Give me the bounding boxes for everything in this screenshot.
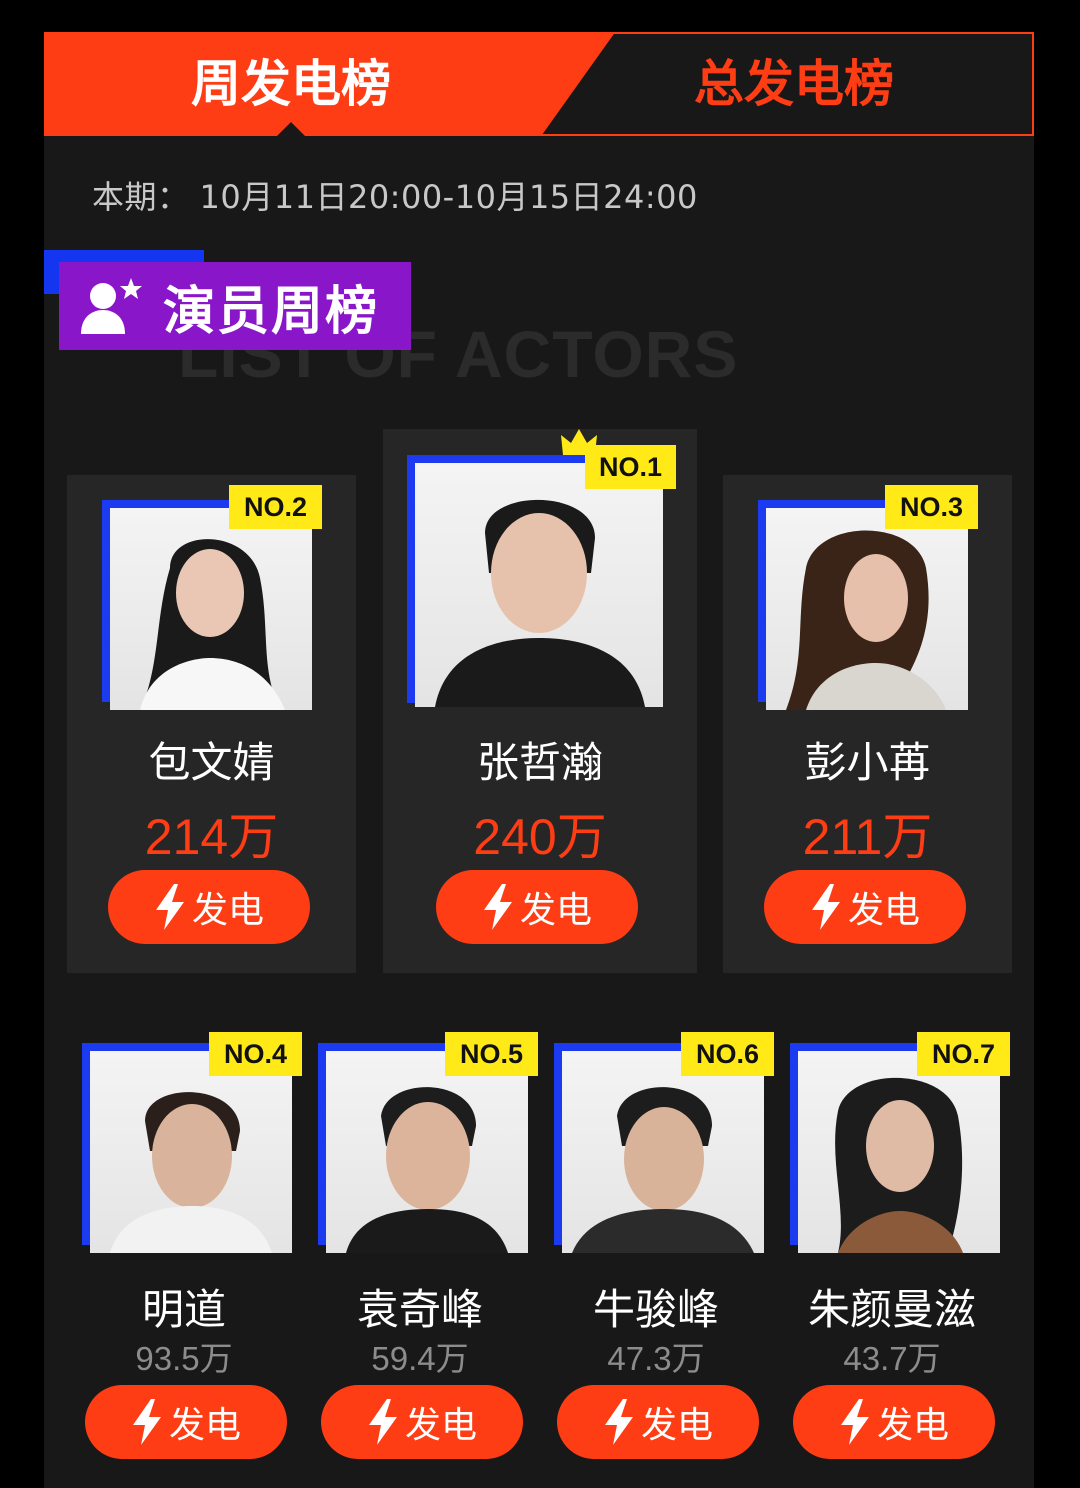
charge-button-label[interactable]: 发电 [169, 1396, 241, 1448]
lightning-icon [604, 1399, 633, 1445]
charge-button[interactable]: 发电 [793, 1385, 995, 1459]
actor-name: 彭小苒 [804, 738, 931, 787]
tab-weekly-label[interactable]: 周发电榜 [44, 32, 538, 136]
vote-count: 214万 [144, 809, 279, 865]
actor-card-rank-2: NO.2 包文婧 214万 发电 [67, 475, 356, 973]
portrait-placeholder-icon [346, 1087, 508, 1253]
vote-count: 240万 [473, 809, 607, 865]
actor-name: 包文婧 [148, 738, 275, 787]
tab-total[interactable]: 总发电榜 [574, 32, 1014, 136]
rank-badge: NO.5 [445, 1032, 538, 1076]
charge-button-label[interactable]: 发电 [641, 1396, 713, 1448]
lightning-icon [132, 1399, 161, 1445]
lightning-icon [811, 884, 840, 930]
section-title-text: 演员周榜 [163, 281, 380, 342]
charge-button-label[interactable]: 发电 [877, 1396, 949, 1448]
actor-photo[interactable] [110, 508, 312, 710]
charge-button[interactable]: 发电 [436, 870, 638, 944]
lightning-icon [368, 1399, 397, 1445]
section-title: 演员周榜 [59, 262, 411, 350]
rank-badge: NO.4 [209, 1032, 302, 1076]
rank-badge: NO.2 [229, 485, 322, 529]
period-label: 本期： [92, 178, 190, 216]
actor-photo[interactable] [90, 1051, 292, 1253]
vote-count: 43.7万 [843, 1340, 941, 1377]
charge-button-label[interactable]: 发电 [192, 881, 264, 933]
vote-count: 59.4万 [371, 1340, 469, 1377]
actor-photo[interactable] [415, 463, 663, 707]
charge-button[interactable]: 发电 [557, 1385, 759, 1459]
actor-photo[interactable] [326, 1051, 528, 1253]
portrait-placeholder-icon [110, 1092, 272, 1253]
lightning-icon [483, 884, 512, 930]
actor-name: 朱颜曼滋 [807, 1285, 976, 1334]
lightning-icon [840, 1399, 869, 1445]
actor-photo[interactable] [562, 1051, 764, 1253]
actor-card-rank-3: NO.3 彭小苒 211万 发电 [723, 475, 1012, 973]
portrait-placeholder-icon [140, 539, 285, 710]
period-range: 10月11日20:00-10月15日24:00 [199, 178, 698, 216]
charge-button[interactable]: 发电 [764, 870, 966, 944]
period-info: 本期： 10月11日20:00-10月15日24:00 [92, 172, 698, 218]
actor-name: 袁奇峰 [356, 1285, 483, 1334]
actor-photo[interactable] [766, 508, 968, 710]
actor-card-rank-1: NO.1 张哲瀚 240万 发电 [383, 429, 697, 973]
actor-star-icon [81, 278, 142, 334]
rank-badge: NO.7 [917, 1032, 1010, 1076]
vote-count: 211万 [802, 809, 933, 865]
rank-badge: NO.1 [585, 445, 676, 489]
charge-button[interactable]: 发电 [85, 1385, 287, 1459]
charge-button[interactable]: 发电 [321, 1385, 523, 1459]
rank-badge: NO.6 [681, 1032, 774, 1076]
actor-name: 张哲瀚 [476, 738, 603, 787]
actor-photo[interactable] [798, 1051, 1000, 1253]
vote-count: 93.5万 [135, 1340, 233, 1377]
portrait-placeholder-icon [435, 499, 645, 707]
charge-button-label[interactable]: 发电 [405, 1396, 477, 1448]
actor-name: 牛骏峰 [592, 1285, 719, 1334]
tab-bar: 周发电榜 总发电榜 [44, 32, 1034, 136]
actor-name: 明道 [141, 1285, 226, 1334]
charge-button[interactable]: 发电 [108, 870, 310, 944]
lightning-icon [155, 884, 184, 930]
portrait-placeholder-icon [572, 1087, 754, 1253]
vote-count: 47.3万 [607, 1340, 705, 1377]
rank-badge: NO.3 [885, 485, 978, 529]
charge-button-label[interactable]: 发电 [848, 881, 920, 933]
portrait-placeholder-icon [786, 530, 946, 710]
charge-button-label[interactable]: 发电 [520, 881, 592, 933]
portrait-placeholder-icon [835, 1077, 963, 1253]
active-tab-caret [277, 122, 305, 136]
